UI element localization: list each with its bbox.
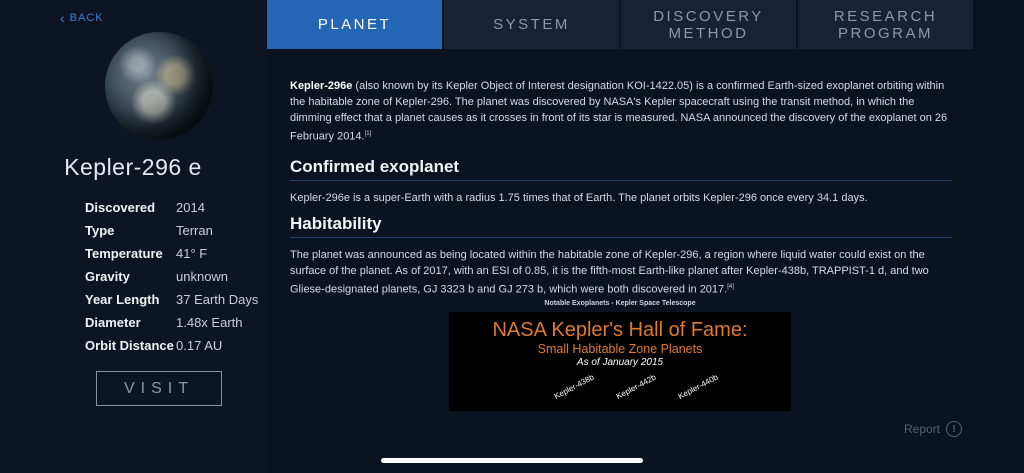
figure-date: As of January 2015 — [576, 357, 664, 368]
tab-research-program[interactable]: RESEARCH PROGRAM — [798, 0, 973, 49]
report-button[interactable]: Report ! — [904, 421, 963, 437]
stat-label: Discovered — [85, 200, 156, 215]
tab-label-line2: PROGRAM — [837, 24, 933, 42]
intro-bold: Kepler-296e — [290, 80, 353, 92]
figure-caption: Notable Exoplanets - Kepler Space Telesc… — [544, 300, 696, 307]
stat-value: 1.48x Earth — [176, 315, 243, 330]
citation-link[interactable]: [4] — [727, 284, 734, 290]
stat-row-temperature: Temperature 41° F — [85, 242, 258, 265]
stat-row-gravity: Gravity unknown — [85, 265, 258, 288]
section-paragraph-habitability: The planet was announced as being locate… — [290, 247, 952, 298]
tab-bar: PLANET SYSTEM DISCOVERY METHOD RESEARCH … — [267, 0, 973, 49]
intro-paragraph: Kepler-296e (also known by its Kepler Ob… — [290, 78, 952, 145]
stat-row-diameter: Diameter 1.48x Earth — [85, 311, 258, 334]
section-heading-confirmed: Confirmed exoplanet — [290, 157, 952, 181]
back-label: BACK — [69, 12, 104, 24]
stat-row-year-length: Year Length 37 Earth Days — [85, 288, 258, 311]
planet-image — [105, 32, 213, 140]
planet-sidebar: ‹ BACK Kepler-296 e Discovered 2014 Type… — [0, 0, 266, 473]
home-indicator[interactable] — [381, 458, 643, 463]
stat-row-type: Type Terran — [85, 219, 258, 242]
section-heading-habitability: Habitability — [290, 214, 952, 238]
article-content: Kepler-296e (also known by its Kepler Ob… — [290, 78, 952, 297]
tab-label-line1: DISCOVERY — [653, 7, 764, 25]
stat-value: 37 Earth Days — [176, 292, 259, 307]
tab-label: SYSTEM — [493, 16, 570, 33]
back-button[interactable]: ‹ BACK — [60, 10, 104, 26]
alert-icon: ! — [946, 421, 963, 437]
habitability-text: The planet was announced as being locate… — [290, 248, 929, 296]
planet-stats: Discovered 2014 Type Terran Temperature … — [85, 196, 258, 357]
intro-text: (also known by its Kepler Object of Inte… — [290, 80, 948, 143]
tab-label-line1: RESEARCH — [833, 7, 938, 25]
tab-system[interactable]: SYSTEM — [444, 0, 619, 49]
figure-planet-label: Kepler-440b — [676, 372, 720, 401]
stat-label: Gravity — [85, 269, 130, 284]
stat-label: Year Length — [85, 292, 160, 307]
chevron-left-icon: ‹ — [60, 10, 66, 26]
tab-label-line2: METHOD — [668, 24, 749, 42]
tab-discovery-method[interactable]: DISCOVERY METHOD — [621, 0, 796, 49]
hall-of-fame-figure[interactable]: NASA Kepler's Hall of Fame: Small Habita… — [449, 312, 791, 411]
tab-label: PLANET — [317, 16, 392, 33]
visit-button[interactable]: VISIT — [96, 371, 222, 406]
planet-name: Kepler-296 e — [64, 154, 202, 180]
stat-row-orbit-distance: Orbit Distance 0.17 AU — [85, 334, 258, 357]
stat-value: 2014 — [176, 200, 205, 215]
figure-subtitle: Small Habitable Zone Planets — [537, 342, 703, 356]
tab-planet[interactable]: PLANET — [267, 0, 442, 49]
stat-value: unknown — [176, 269, 229, 284]
stat-label: Temperature — [85, 246, 163, 261]
stat-label: Type — [85, 223, 115, 238]
stat-row-discovered: Discovered 2014 — [85, 196, 258, 219]
stat-value: 0.17 AU — [176, 338, 223, 353]
stat-value: Terran — [176, 223, 213, 238]
stat-label: Diameter — [85, 315, 141, 330]
figure-title: NASA Kepler's Hall of Fame: — [492, 319, 748, 341]
stat-value: 41° F — [176, 246, 208, 261]
section-paragraph-confirmed: Kepler-296e is a super-Earth with a radi… — [290, 191, 868, 204]
stat-label: Orbit Distance — [85, 338, 174, 353]
figure-planet-label: Kepler-442b — [614, 372, 658, 401]
citation-link[interactable]: [1] — [365, 131, 372, 137]
figure-planet-label: Kepler-438b — [552, 372, 596, 401]
report-label: Report — [904, 422, 941, 436]
